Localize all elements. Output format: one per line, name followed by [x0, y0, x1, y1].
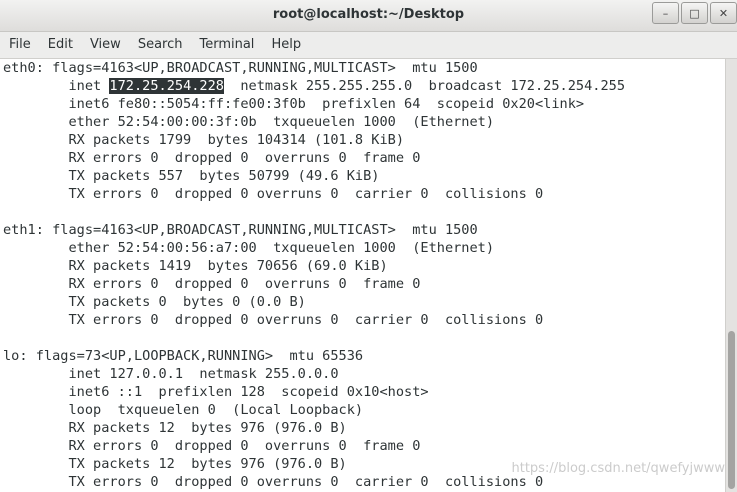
line-text: RX errors 0 dropped 0 overruns 0 frame 0: [3, 276, 421, 292]
line-text: RX packets 1419 bytes 70656 (69.0 KiB): [3, 258, 388, 274]
line-text: ether 52:54:00:56:a7:00 txqueuelen 1000 …: [3, 240, 495, 256]
terminal-line: RX packets 1419 bytes 70656 (69.0 KiB): [0, 257, 725, 275]
line-text: TX errors 0 dropped 0 overruns 0 carrier…: [3, 312, 544, 328]
terminal-line: RX errors 0 dropped 0 overruns 0 frame 0: [0, 275, 725, 293]
line-text: TX errors 0 dropped 0 overruns 0 carrier…: [3, 186, 544, 202]
line-text: inet6 ::1 prefixlen 128 scopeid 0x10<hos…: [3, 384, 429, 400]
window-controls: – □ ✕: [650, 2, 737, 24]
terminal-line: ether 52:54:00:00:3f:0b txqueuelen 1000 …: [0, 113, 725, 131]
menu-bar: File Edit View Search Terminal Help: [0, 32, 737, 59]
line-text: lo: flags=73<UP,LOOPBACK,RUNNING> mtu 65…: [3, 348, 364, 364]
title-bar[interactable]: root@localhost:~/Desktop – □ ✕: [0, 0, 737, 32]
close-icon: ✕: [718, 6, 729, 20]
line-text: eth0: flags=4163<UP,BROADCAST,RUNNING,MU…: [3, 60, 478, 76]
scrollbar-thumb[interactable]: [728, 331, 735, 489]
terminal-line: ether 52:54:00:56:a7:00 txqueuelen 1000 …: [0, 239, 725, 257]
line-text: TX packets 12 bytes 976 (976.0 B): [3, 456, 347, 472]
line-text: eth1: flags=4163<UP,BROADCAST,RUNNING,MU…: [3, 222, 478, 238]
terminal-line: RX packets 1799 bytes 104314 (101.8 KiB): [0, 131, 725, 149]
terminal-line: TX errors 0 dropped 0 overruns 0 carrier…: [0, 311, 725, 329]
maximize-button[interactable]: □: [681, 2, 708, 24]
terminal-line: TX packets 557 bytes 50799 (49.6 KiB): [0, 167, 725, 185]
close-button[interactable]: ✕: [710, 2, 737, 24]
line-text: RX errors 0 dropped 0 overruns 0 frame 0: [3, 150, 421, 166]
terminal-line: lo: flags=73<UP,LOOPBACK,RUNNING> mtu 65…: [0, 347, 725, 365]
selected-text[interactable]: 172.25.254.228: [109, 78, 224, 94]
menu-help[interactable]: Help: [262, 32, 309, 58]
vertical-scrollbar[interactable]: [725, 59, 737, 492]
terminal-line: eth0: flags=4163<UP,BROADCAST,RUNNING,MU…: [0, 59, 725, 77]
terminal-line: inet 172.25.254.228 netmask 255.255.255.…: [0, 77, 725, 95]
line-text: TX errors 0 dropped 0 overruns 0 carrier…: [3, 474, 544, 490]
terminal-line: inet 127.0.0.1 netmask 255.0.0.0: [0, 365, 725, 383]
terminal-line: inet6 fe80::5054:ff:fe00:3f0b prefixlen …: [0, 95, 725, 113]
menu-file[interactable]: File: [0, 32, 39, 58]
terminal-line: TX errors 0 dropped 0 overruns 0 carrier…: [0, 185, 725, 203]
terminal-line: RX errors 0 dropped 0 overruns 0 frame 0: [0, 149, 725, 167]
menu-view[interactable]: View: [81, 32, 129, 58]
menu-search[interactable]: Search: [129, 32, 191, 58]
terminal-window: root@localhost:~/Desktop – □ ✕ File Edit…: [0, 0, 737, 492]
line-text: RX errors 0 dropped 0 overruns 0 frame 0: [3, 438, 421, 454]
line-text: inet: [3, 78, 110, 94]
watermark: https://blog.csdn.net/qwefyjwww: [511, 461, 726, 476]
terminal-line: loop txqueuelen 0 (Local Loopback): [0, 401, 725, 419]
line-text: loop txqueuelen 0 (Local Loopback): [3, 402, 364, 418]
line-text: TX packets 557 bytes 50799 (49.6 KiB): [3, 168, 380, 184]
minimize-button[interactable]: –: [652, 2, 679, 24]
line-text: ether 52:54:00:00:3f:0b txqueuelen 1000 …: [3, 114, 495, 130]
menu-edit[interactable]: Edit: [39, 32, 81, 58]
terminal-line: inet6 ::1 prefixlen 128 scopeid 0x10<hos…: [0, 383, 725, 401]
terminal-line: RX packets 12 bytes 976 (976.0 B): [0, 419, 725, 437]
window-title: root@localhost:~/Desktop: [272, 7, 465, 22]
line-text: RX packets 1799 bytes 104314 (101.8 KiB): [3, 132, 405, 148]
terminal-line: TX packets 0 bytes 0 (0.0 B): [0, 293, 725, 311]
line-text: RX packets 12 bytes 976 (976.0 B): [3, 420, 347, 436]
minimize-icon: –: [662, 6, 669, 20]
menu-terminal[interactable]: Terminal: [190, 32, 262, 58]
terminal-line: eth1: flags=4163<UP,BROADCAST,RUNNING,MU…: [0, 221, 725, 239]
line-text: netmask 255.255.255.0 broadcast 172.25.2…: [223, 78, 626, 94]
terminal-output[interactable]: eth0: flags=4163<UP,BROADCAST,RUNNING,MU…: [0, 59, 725, 492]
line-text: TX packets 0 bytes 0 (0.0 B): [3, 294, 306, 310]
line-text: inet6 fe80::5054:ff:fe00:3f0b prefixlen …: [3, 96, 585, 112]
terminal-line: RX errors 0 dropped 0 overruns 0 frame 0: [0, 437, 725, 455]
line-text: inet 127.0.0.1 netmask 255.0.0.0: [3, 366, 339, 382]
maximize-icon: □: [689, 6, 700, 20]
